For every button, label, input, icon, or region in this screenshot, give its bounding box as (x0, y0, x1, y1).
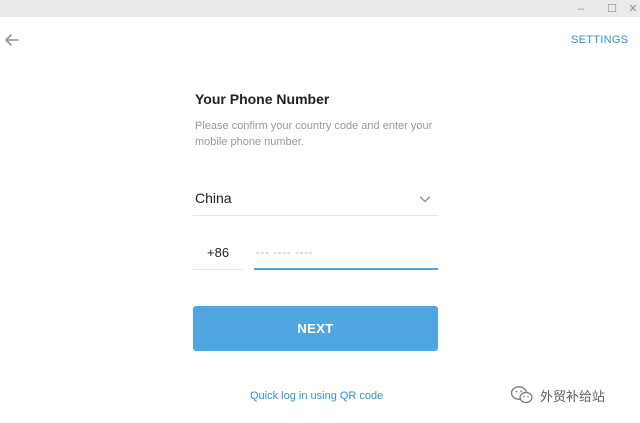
watermark: 外贸补给站 (510, 385, 605, 405)
phone-number-input[interactable] (254, 236, 438, 270)
window-titlebar: – ☐ ✕ (0, 0, 640, 17)
watermark-text: 外贸补给站 (540, 389, 606, 405)
country-selected-value: China (195, 190, 232, 206)
country-code-value: +86 (207, 245, 230, 260)
page-title: Your Phone Number (195, 91, 330, 107)
country-code-field[interactable]: +86 (193, 236, 243, 270)
chevron-down-icon (419, 196, 431, 203)
back-button[interactable] (2, 30, 22, 50)
qr-login-link[interactable]: Quick log in using QR code (250, 390, 383, 402)
next-button[interactable]: NEXT (193, 306, 438, 351)
settings-link[interactable]: SETTINGS (571, 34, 628, 46)
arrow-left-icon (5, 34, 19, 46)
close-button[interactable]: ✕ (622, 0, 640, 17)
page-description: Please confirm your country code and ent… (195, 120, 433, 148)
minimize-button[interactable]: – (570, 0, 592, 17)
wechat-icon (510, 386, 533, 404)
country-select[interactable]: China (193, 183, 438, 216)
maximize-button[interactable]: ☐ (601, 0, 623, 17)
